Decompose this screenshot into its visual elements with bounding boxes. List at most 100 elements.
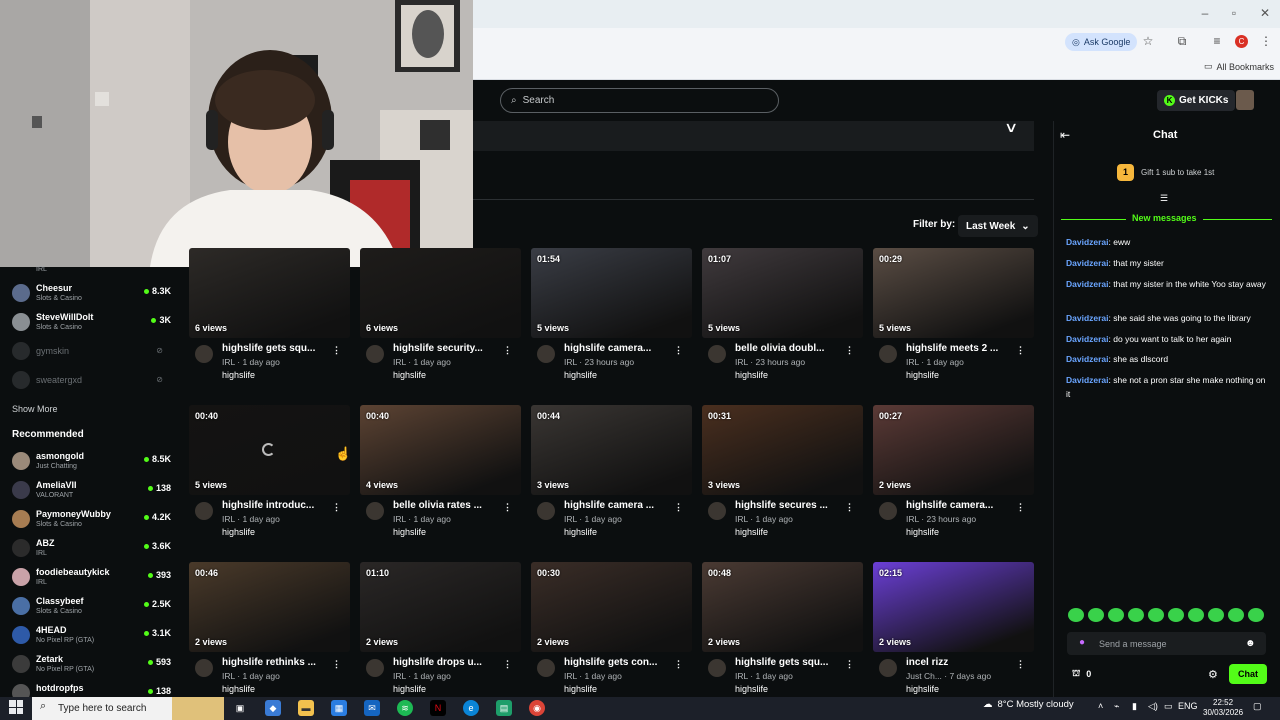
video-thumbnail[interactable]: 00:40 4 views (360, 405, 521, 495)
video-card[interactable]: 00:30 2 views highslife gets con... IRL · 1… (531, 562, 692, 702)
channel-name[interactable]: highslife (735, 684, 768, 694)
video-title[interactable]: belle olivia doubl... (735, 343, 853, 354)
channel-name[interactable]: highslife (393, 684, 426, 694)
sidebar-item-recommended[interactable]: Classybeef Slots & Casino 2.5K (12, 594, 171, 620)
video-title[interactable]: highslife camera ... (564, 500, 682, 511)
minimize-icon[interactable]: – (1198, 6, 1212, 20)
chat-username[interactable]: Davidzerai (1066, 279, 1109, 289)
video-title[interactable]: highslife meets 2 ... (906, 343, 1024, 354)
windows-start-icon[interactable] (9, 700, 23, 714)
sidebar-item-sweatergxd[interactable]: sweatergxd ⊘ (12, 368, 163, 394)
video-card[interactable]: 00:40 5 views highslife introduc... IRL · 1… (189, 405, 350, 545)
video-title[interactable]: highslife gets squ... (735, 657, 853, 668)
more-options-icon[interactable]: ⋮ (674, 659, 683, 670)
emote-icon[interactable] (1168, 608, 1184, 622)
avatar[interactable] (879, 659, 897, 677)
file-explorer-icon[interactable]: ▬ (298, 700, 314, 716)
avatar[interactable] (708, 345, 726, 363)
sidebar-item-stevewilldoit[interactable]: SteveWillDoIt Slots & Casino 3K (12, 310, 171, 336)
channel-points[interactable]: ⛫ 0 (1072, 668, 1091, 680)
more-options-icon[interactable]: ⋮ (674, 502, 683, 513)
volume-icon[interactable]: ◁) (1148, 701, 1158, 712)
avatar[interactable] (366, 659, 384, 677)
video-title[interactable]: highslife secures ... (735, 500, 853, 511)
video-title[interactable]: highslife introduc... (222, 500, 340, 511)
more-options-icon[interactable]: ⋮ (1016, 502, 1025, 513)
sidebar-item-gymskin[interactable]: gymskin ⊘ (12, 339, 163, 365)
notifications-icon[interactable]: ▢ (1253, 701, 1262, 712)
video-card[interactable]: 00:44 3 views highslife camera ... IRL · 1 … (531, 405, 692, 545)
ask-google-button[interactable]: ◎ Ask Google (1065, 33, 1138, 51)
video-thumbnail[interactable]: 00:46 2 views (189, 562, 350, 652)
video-title[interactable]: highslife rethinks ... (222, 657, 340, 668)
app-icon[interactable]: ▤ (496, 700, 512, 716)
netflix-icon[interactable]: N (430, 700, 446, 716)
channel-name[interactable]: highslife (222, 527, 255, 537)
video-title[interactable]: highslife gets squ... (222, 343, 340, 354)
video-card[interactable]: 00:31 3 views highslife secures ... IRL · 1… (702, 405, 863, 545)
sidebar-item-recommended[interactable]: 4HEAD No Pixel RP (GTA) 3.1K (12, 623, 171, 649)
microphone-tray-icon[interactable]: ▮ (1132, 701, 1137, 712)
chat-username[interactable]: Davidzerai (1066, 258, 1109, 268)
chevron-down-icon[interactable]: ∨ (1004, 119, 1018, 136)
gift-sub-text[interactable]: Gift 1 sub to take 1st (1141, 168, 1214, 177)
avatar[interactable] (537, 502, 555, 520)
video-card[interactable]: 6 views highslife gets squ... IRL · 1 day … (189, 248, 350, 388)
user-avatar[interactable] (1236, 90, 1254, 110)
get-kicks-button[interactable]: K Get KICKs (1157, 90, 1236, 111)
channel-name[interactable]: highslife (393, 527, 426, 537)
filter-dropdown[interactable]: Last Week ⌄ (958, 215, 1038, 237)
battery-icon[interactable]: ▭ (1164, 701, 1173, 712)
video-title[interactable]: highslife camera... (906, 500, 1024, 511)
all-bookmarks-button[interactable]: ▭ All Bookmarks (1204, 61, 1274, 72)
gear-icon[interactable]: ⚙ (1208, 668, 1218, 681)
more-options-icon[interactable]: ⋮ (845, 345, 854, 356)
more-options-icon[interactable]: ⋮ (1016, 345, 1025, 356)
more-options-icon[interactable]: ⋮ (503, 659, 512, 670)
video-card[interactable]: 00:46 2 views highslife rethinks ... IRL · … (189, 562, 350, 702)
video-thumbnail[interactable]: 02:15 2 views (873, 562, 1034, 652)
avatar[interactable] (366, 345, 384, 363)
send-chat-button[interactable]: Chat (1229, 664, 1267, 684)
video-thumbnail[interactable]: 01:07 5 views (702, 248, 863, 338)
emote-icon[interactable] (1228, 608, 1244, 622)
microphone-icon[interactable]: ● (1079, 637, 1085, 648)
video-thumbnail[interactable]: 00:31 3 views (702, 405, 863, 495)
show-more-link[interactable]: Show More (12, 404, 58, 414)
spotify-icon[interactable]: ≋ (397, 700, 413, 716)
bookmark-star-icon[interactable]: ☆ (1141, 34, 1155, 48)
channel-name[interactable]: highslife (222, 684, 255, 694)
channel-info-bar[interactable] (473, 121, 1034, 151)
video-card[interactable]: 01:07 5 views belle olivia doubl... IRL · 2… (702, 248, 863, 388)
sidebar-item-recommended[interactable]: ABZ IRL 3.6K (12, 536, 171, 562)
channel-name[interactable]: highslife (906, 370, 939, 380)
video-card[interactable]: 02:15 2 views incel rizz Just Ch... · 7 day… (873, 562, 1034, 702)
avatar[interactable] (537, 345, 555, 363)
channel-name[interactable]: highslife (564, 370, 597, 380)
video-title[interactable]: highslife gets con... (564, 657, 682, 668)
clock[interactable]: 22:52 30/03/2026 (1203, 698, 1243, 718)
sidebar-item-recommended[interactable]: Zetark No Pixel RP (GTA) 593 (12, 652, 171, 678)
video-card[interactable]: 01:54 5 views highslife camera... IRL · 23 … (531, 248, 692, 388)
emote-icon[interactable] (1148, 608, 1164, 622)
sidebar-item-recommended[interactable]: foodiebeautykick IRL 393 (12, 565, 171, 591)
channel-name[interactable]: highslife (564, 684, 597, 694)
search-input[interactable]: ⌕ Search (500, 88, 779, 113)
mail-icon[interactable]: ✉ (364, 700, 380, 716)
video-thumbnail[interactable]: 6 views (360, 248, 521, 338)
chat-message-input[interactable]: Send a message (1067, 632, 1266, 655)
avatar[interactable] (708, 502, 726, 520)
chat-username[interactable]: Davidzerai (1066, 313, 1109, 323)
avatar[interactable] (195, 345, 213, 363)
profile-avatar[interactable]: C (1235, 35, 1248, 48)
more-options-icon[interactable]: ⋮ (503, 345, 512, 356)
channel-name[interactable]: highslife (906, 684, 939, 694)
chrome-icon[interactable]: ◉ (529, 700, 545, 716)
more-options-icon[interactable]: ⋮ (332, 345, 341, 356)
address-bar[interactable] (473, 28, 1280, 56)
video-thumbnail[interactable]: 01:54 5 views (531, 248, 692, 338)
video-title[interactable]: highslife drops u... (393, 657, 511, 668)
chat-username[interactable]: Davidzerai (1066, 375, 1109, 385)
close-icon[interactable]: ✕ (1258, 6, 1272, 20)
more-options-icon[interactable]: ⋮ (332, 502, 341, 513)
